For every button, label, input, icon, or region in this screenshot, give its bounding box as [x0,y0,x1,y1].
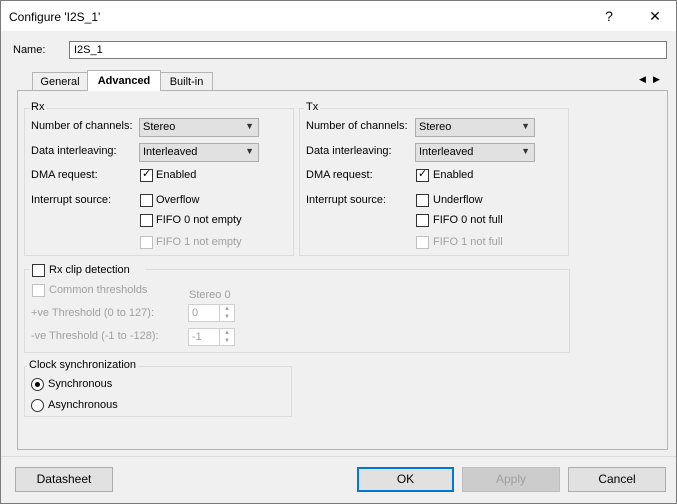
clock-group-title: Clock synchronization [27,359,138,371]
rx-channels-select[interactable]: Stereo ▼ [139,118,259,137]
synchronous-label: Synchronous [48,378,113,390]
pos-threshold-label: +ve Threshold (0 to 127): [31,307,155,319]
rx-dma-label: DMA request: [31,169,98,181]
chevron-down-icon: ▼ [521,121,530,131]
rx-fifo0-checkbox[interactable] [140,214,153,227]
pos-threshold-spinner: 0 ▲ ▼ [188,304,235,322]
tx-fifo0-label: FIFO 0 not full [433,214,503,226]
tab-advanced[interactable]: Advanced [87,70,161,91]
rx-channels-value: Stereo [143,121,176,133]
title-bar: Configure 'I2S_1' ? ✕ [1,1,676,31]
rx-fifo0-label: FIFO 0 not empty [156,214,242,226]
asynchronous-label: Asynchronous [48,399,118,411]
tab-general[interactable]: General [32,72,88,90]
rx-interleaving-select[interactable]: Interleaved ▼ [139,143,259,162]
tx-fifo1-label: FIFO 1 not full [433,236,503,248]
tx-fifo0-checkbox[interactable] [416,214,429,227]
cancel-button[interactable]: Cancel [568,467,666,492]
tab-scroll-right-icon[interactable]: ▶ [653,74,660,85]
rx-overflow-checkbox[interactable] [140,194,153,207]
spin-down-icon: ▼ [219,313,234,321]
rx-clip-detection-checkbox[interactable] [32,264,45,277]
tx-interleaving-value: Interleaved [419,146,474,158]
synchronous-radio[interactable] [31,378,44,391]
spin-up-icon: ▲ [219,305,234,313]
ok-button[interactable]: OK [357,467,454,492]
tx-fifo1-checkbox [416,236,429,249]
tx-channels-label: Number of channels: [306,120,408,132]
tx-dma-label: DMA request: [306,169,373,181]
tab-built-in[interactable]: Built-in [160,72,213,90]
radio-selected-dot [35,382,40,387]
common-thresholds-label: Common thresholds [49,284,148,296]
rx-interrupt-label: Interrupt source: [31,194,112,206]
neg-threshold-spinner: -1 ▲ ▼ [188,328,235,346]
rx-fifo1-label: FIFO 1 not empty [156,236,242,248]
datasheet-button[interactable]: Datasheet [15,467,113,492]
tx-dma-enabled-label: Enabled [433,169,474,181]
rx-dma-enabled-label: Enabled [156,169,197,181]
help-button[interactable]: ? [591,5,627,27]
chevron-down-icon: ▼ [521,146,530,156]
tx-channels-select[interactable]: Stereo ▼ [415,118,535,137]
checkmark-icon: ✓ [142,168,152,180]
tx-channels-value: Stereo [419,121,452,133]
pos-threshold-value: 0 [192,307,199,319]
window-title: Configure 'I2S_1' [9,10,101,24]
chevron-down-icon: ▼ [245,146,254,156]
tx-underflow-label: Underflow [433,194,483,206]
tx-interleaving-label: Data interleaving: [306,145,392,157]
rx-interleaving-label: Data interleaving: [31,145,117,157]
name-input[interactable]: I2S_1 [69,41,667,59]
footer-divider [1,456,676,457]
rx-group-title: Rx [29,101,47,113]
rx-interleaving-value: Interleaved [143,146,198,158]
stereo-column-header: Stereo 0 [189,289,231,301]
spin-up-icon: ▲ [219,329,234,337]
spin-down-icon: ▼ [219,337,234,345]
asynchronous-radio[interactable] [31,399,44,412]
dialog-window: Configure 'I2S_1' ? ✕ Name: I2S_1 Genera… [0,0,677,504]
chevron-down-icon: ▼ [245,121,254,131]
neg-threshold-value: -1 [192,331,202,343]
rx-clip-detection-label: Rx clip detection [49,264,130,276]
close-button[interactable]: ✕ [637,5,673,27]
rx-dma-checkbox[interactable]: ✓ [140,168,153,182]
name-label: Name: [13,44,46,56]
neg-threshold-label: -ve Threshold (-1 to -128): [31,330,159,342]
checkmark-icon: ✓ [418,168,428,180]
tx-dma-checkbox[interactable]: ✓ [416,168,429,182]
tx-underflow-checkbox[interactable] [416,194,429,207]
apply-button[interactable]: Apply [462,467,560,492]
common-thresholds-checkbox [32,284,45,297]
rx-fifo1-checkbox [140,236,153,249]
tx-interrupt-label: Interrupt source: [306,194,387,206]
rx-channels-label: Number of channels: [31,120,133,132]
tx-group-title: Tx [304,101,321,113]
tab-scroll-left-icon[interactable]: ◀ [639,74,646,85]
tx-interleaving-select[interactable]: Interleaved ▼ [415,143,535,162]
rx-overflow-label: Overflow [156,194,200,206]
